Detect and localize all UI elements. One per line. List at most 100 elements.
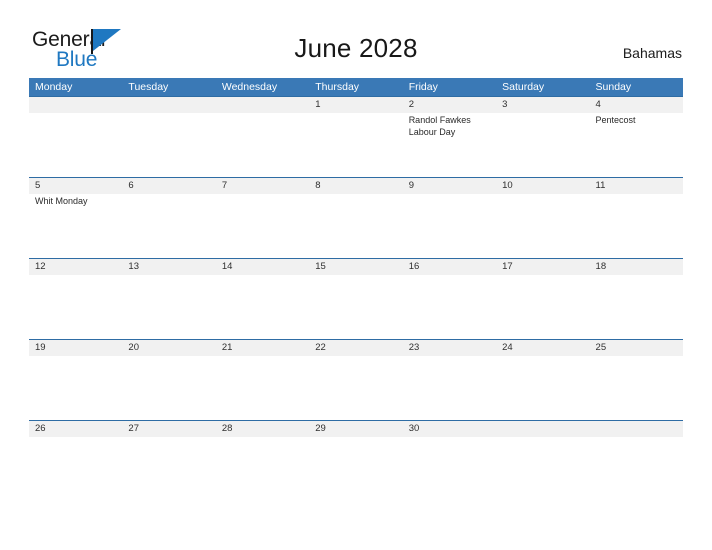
- calendar-day-cell[interactable]: 20: [122, 340, 215, 420]
- day-number: 14: [221, 261, 233, 272]
- calendar-day-cell-empty: [216, 97, 309, 177]
- weekday-header-wednesday: Wednesday: [221, 81, 278, 93]
- calendar-day-cell[interactable]: 3: [496, 97, 589, 177]
- day-number: 2: [408, 99, 414, 110]
- calendar-day-cell[interactable]: 23: [403, 340, 496, 420]
- weekday-header-thursday: Thursday: [315, 81, 360, 93]
- day-number: 15: [315, 261, 326, 272]
- calendar-day-cell[interactable]: 14: [216, 259, 309, 339]
- calendar-day-cell[interactable]: 15: [309, 259, 402, 339]
- calendar-grid: Monday Tuesday Wednesday Thursday Friday…: [29, 78, 683, 501]
- calendar-week-row: 1 2 Randol Fawkes Labour Day 3 4 Pentecost: [29, 96, 683, 177]
- calendar-day-cell[interactable]: 18: [590, 259, 683, 339]
- calendar-day-cell[interactable]: 16: [403, 259, 496, 339]
- calendar-day-cell[interactable]: 5 Whit Monday: [29, 178, 122, 258]
- day-event-line: Labour Day: [408, 126, 456, 137]
- day-number: 8: [315, 180, 321, 191]
- calendar-day-cell[interactable]: 25: [590, 340, 683, 420]
- day-number: 1: [315, 99, 321, 110]
- weekday-header-friday: Friday: [408, 81, 438, 93]
- calendar-day-cell-empty: [496, 421, 589, 501]
- day-number: 9: [408, 180, 414, 191]
- day-number: 18: [595, 261, 607, 272]
- day-number: 30: [408, 423, 420, 434]
- day-number: 16: [408, 261, 420, 272]
- calendar-day-cell[interactable]: 24: [496, 340, 589, 420]
- calendar-day-cell[interactable]: 1: [309, 97, 402, 177]
- day-number: [128, 97, 215, 113]
- day-number: 27: [128, 423, 139, 434]
- day-number: 11: [595, 180, 606, 191]
- day-events: Pentecost: [596, 113, 683, 127]
- day-number: 7: [221, 180, 228, 191]
- calendar-day-cell[interactable]: 27: [122, 421, 215, 501]
- calendar-day-cell[interactable]: 17: [496, 259, 589, 339]
- calendar-day-cell[interactable]: 2 Randol Fawkes Labour Day: [403, 97, 496, 177]
- day-number: [596, 421, 683, 437]
- calendar-day-cell[interactable]: 8: [309, 178, 402, 258]
- calendar-day-cell[interactable]: 22: [309, 340, 402, 420]
- day-number: 6: [128, 180, 134, 191]
- day-event-line: Whit Monday: [35, 196, 88, 206]
- day-number: 22: [315, 342, 326, 353]
- calendar-day-cell[interactable]: 29: [309, 421, 402, 501]
- day-number: [502, 421, 589, 437]
- calendar-week-row: 5 Whit Monday 6 7 8 9 10 11: [29, 177, 683, 258]
- day-number: 19: [35, 342, 46, 353]
- day-number: 5: [35, 180, 41, 191]
- calendar-page: General Blue June 2028 Bahamas Monday Tu…: [0, 0, 712, 550]
- day-event-line: Randol Fawkes: [408, 115, 471, 125]
- calendar-day-cell[interactable]: 12: [29, 259, 122, 339]
- calendar-weeks: 1 2 Randol Fawkes Labour Day 3 4 Pentecost 5 Whi…: [29, 96, 683, 501]
- calendar-day-cell[interactable]: 26: [29, 421, 122, 501]
- calendar-week-cells: 19 20 21 22 23 24 25: [29, 340, 683, 420]
- day-number: 23: [408, 342, 420, 353]
- calendar-day-cell[interactable]: 30: [403, 421, 496, 501]
- day-number: [222, 97, 309, 113]
- calendar-day-cell[interactable]: 6: [122, 178, 215, 258]
- calendar-day-cell[interactable]: 9: [403, 178, 496, 258]
- country-label: Bahamas: [622, 45, 682, 61]
- calendar-week-row: 19 20 21 22 23 24 25: [29, 339, 683, 420]
- day-number: 12: [35, 261, 46, 272]
- day-number: 28: [221, 423, 233, 434]
- calendar-day-cell[interactable]: 10: [496, 178, 589, 258]
- calendar-week-cells: 26 27 28 29 30: [29, 421, 683, 501]
- calendar-day-cell[interactable]: 19: [29, 340, 122, 420]
- calendar-week-cells: 5 Whit Monday 6 7 8 9 10 11: [29, 178, 683, 258]
- day-number: 24: [502, 342, 513, 353]
- calendar-day-cell[interactable]: 7: [216, 178, 309, 258]
- calendar-day-cell[interactable]: 13: [122, 259, 215, 339]
- day-number: 29: [315, 423, 326, 434]
- calendar-day-cell-empty: [590, 421, 683, 501]
- calendar-day-cell[interactable]: 11: [590, 178, 683, 258]
- weekday-header-tuesday: Tuesday: [128, 81, 169, 93]
- day-events: Randol Fawkes Labour Day: [409, 113, 496, 138]
- calendar-day-cell[interactable]: 28: [216, 421, 309, 501]
- day-number: 20: [128, 342, 139, 353]
- calendar-week-row: 12 13 14 15 16 17 18: [29, 258, 683, 339]
- calendar-day-cell[interactable]: 21: [216, 340, 309, 420]
- calendar-week-row: 26 27 28 29 30: [29, 420, 683, 501]
- page-header: General Blue June 2028 Bahamas: [0, 0, 712, 76]
- calendar-day-cell-empty: [29, 97, 122, 177]
- calendar-day-cell[interactable]: 4 Pentecost: [590, 97, 683, 177]
- day-number: 25: [595, 342, 607, 353]
- day-number: 4: [595, 99, 601, 110]
- day-number: 26: [35, 423, 46, 434]
- day-number: 21: [221, 342, 233, 353]
- day-events: Whit Monday: [35, 194, 122, 208]
- day-number: [35, 97, 122, 113]
- day-number: 17: [502, 261, 513, 272]
- day-number: 3: [502, 99, 508, 110]
- day-number: 10: [502, 180, 513, 191]
- weekday-header-row: Monday Tuesday Wednesday Thursday Friday…: [29, 78, 683, 96]
- page-title: June 2028: [294, 33, 418, 63]
- weekday-header-monday: Monday: [35, 81, 73, 93]
- calendar-week-cells: 12 13 14 15 16 17 18: [29, 259, 683, 339]
- calendar-week-cells: 1 2 Randol Fawkes Labour Day 3 4 Pentecost: [29, 97, 683, 177]
- weekday-header-sunday: Sunday: [595, 81, 632, 93]
- calendar-day-cell-empty: [122, 97, 215, 177]
- weekday-header-saturday: Saturday: [502, 81, 545, 93]
- day-number: 13: [128, 261, 139, 272]
